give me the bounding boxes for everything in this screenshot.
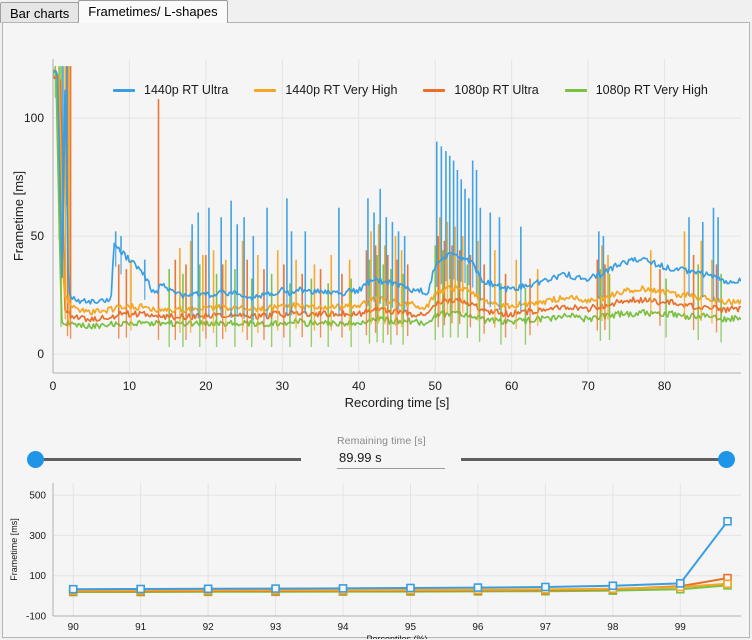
frametimes-xtick: 20 [199,379,213,393]
lshapes-chart[interactable]: 90 91 92 93 94 95 96 97 98 99 -100 100 300 500 Percent… [3,471,751,639]
range-slider-start[interactable] [27,447,309,473]
frametimes-xtick: 10 [123,379,137,393]
lshapes-ytick: -100 [26,612,46,623]
frametimes-xtick: 30 [276,379,290,393]
frametimes-xtick: 70 [581,379,595,393]
lshapes-marker [541,582,550,592]
lshapes-marker [723,516,732,526]
lshapes-marker [473,583,483,592]
remaining-time-label: Remaining time [s] [337,435,426,447]
lshapes-ytick: 500 [29,491,46,502]
range-slider-start-handle[interactable] [27,451,44,468]
lshapes-xtick: 97 [540,622,552,633]
frametimes-xtick: 40 [352,379,366,393]
lshapes-marker [203,584,213,594]
remaining-time-value[interactable]: 89.99 s [337,447,445,469]
legend-item-1080p-rt-ultra[interactable]: 1080p RT Ultra [423,83,539,97]
legend-label-1440p-rt-very-high: 1440p RT Very High [285,83,398,97]
lshapes-marker [406,583,415,593]
legend-label-1080p-rt-very-high: 1080p RT Very High [595,83,708,97]
lshapes-marker [608,581,618,591]
lshapes-marker [271,584,280,593]
lshapes-marker [68,584,78,594]
range-slider-start-track[interactable] [35,458,301,461]
lshapes-xtick: 94 [337,622,349,633]
lshapes-xtick: 90 [68,622,80,633]
app-window: Bar charts Frametimes/ L-shapes 0 10 20 30 4… [0,0,752,640]
lshapes-ytick: 300 [29,531,46,542]
legend-label-1080p-rt-ultra: 1080p RT Ultra [454,83,539,97]
lshapes-xtick: 96 [472,622,484,633]
legend-item-1080p-rt-very-high[interactable]: 1080p RT Very High [564,83,708,97]
lshapes-marker [136,584,145,594]
range-slider-end-track[interactable] [461,458,727,461]
legend-item-1440p-rt-very-high[interactable]: 1440p RT Very High [254,83,397,97]
frametimes-xtick: 80 [658,379,672,393]
lshapes-xtick: 99 [675,622,687,633]
lshapes-ytick: 100 [29,571,46,582]
legend-label-1440p-rt-ultra: 1440p RT Ultra [144,83,229,97]
frametimes-ytick: 0 [37,347,44,361]
legend-item-1440p-rt-ultra[interactable]: 1440p RT Ultra [113,83,228,97]
lshapes-marker [675,579,685,588]
tab-bar: Bar charts Frametimes/ L-shapes [0,0,752,23]
content-panel: 0 10 20 30 40 50 60 70 80 0 50 100 Recording time [s… [2,22,751,639]
tab-bar-charts[interactable]: Bar charts [0,2,80,23]
frametimes-x-axis-label: Recording time [s] [345,395,450,410]
lshapes-y-axis-label: Frametime [ms] [9,518,19,581]
frametimes-xtick: 60 [505,379,519,393]
frametimes-xtick: 0 [50,379,57,393]
legend-swatch-1080p-rt-very-high [564,88,587,92]
lshapes-xtick: 95 [405,622,417,633]
remaining-time-field: Remaining time [s] 89.99 s [337,435,445,469]
legend-swatch-1440p-rt-very-high [254,88,277,92]
lshapes-marker [723,579,732,589]
lshapes-xtick: 98 [607,622,619,633]
lshapes-xtick: 92 [203,622,215,633]
lshapes-plot-background [53,483,741,616]
lshapes-xtick: 91 [135,622,147,633]
lshapes-x-axis-label: Percentiles (%) [366,634,427,639]
tab-frametimes-lshapes[interactable]: Frametimes/ L-shapes [78,0,228,23]
frametimes-xtick: 50 [429,379,443,393]
frametimes-ytick: 50 [31,229,45,243]
legend-swatch-1440p-rt-ultra [113,88,135,92]
frametimes-y-axis-label: Frametime [ms] [11,171,26,261]
lshapes-xtick: 93 [270,622,282,633]
range-slider-end-handle[interactable] [718,451,735,468]
lshapes-marker [338,584,348,593]
range-slider-end[interactable] [453,447,735,473]
chart-legend: 1440p RT Ultra 1440p RT Very High 1080p … [113,79,708,101]
legend-swatch-1080p-rt-ultra [423,88,446,92]
frametimes-ytick: 100 [24,111,44,125]
